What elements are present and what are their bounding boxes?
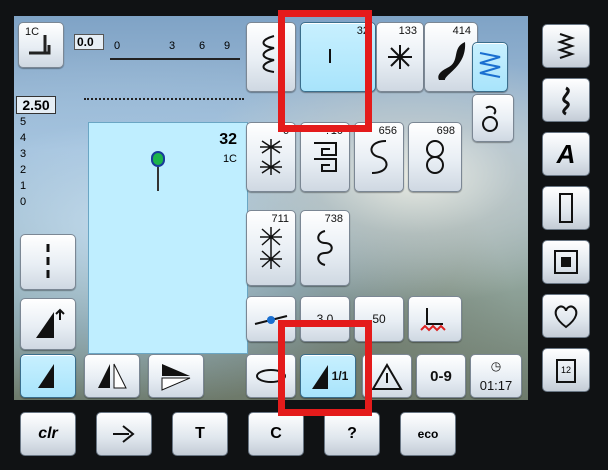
mirror-vertical-icon — [161, 364, 191, 391]
stitch-tile[interactable]: ?10 — [300, 122, 350, 192]
stitch-tile[interactable]: 711 — [246, 210, 296, 286]
clock-button[interactable]: ◷ 01:17 — [470, 354, 522, 398]
warning-triangle-icon — [371, 363, 403, 390]
exit-arrow-button[interactable] — [96, 412, 152, 456]
stitch-width-scale: 0.0 0 3 6 9 — [74, 34, 244, 66]
stitch-number: 656 — [378, 125, 397, 137]
bottom-toolbar: clr T C ? eco — [14, 408, 594, 462]
len-3: 3 — [20, 148, 27, 160]
stitch-tile[interactable]: 6 — [246, 122, 296, 192]
stitch-tile[interactable]: 656 — [354, 122, 404, 192]
decorative-stitches-button[interactable] — [542, 78, 590, 122]
preview-stitch-number: 32 — [219, 131, 237, 148]
stitch-number: 698 — [436, 125, 455, 137]
stitch-length-value[interactable]: 2.50 — [16, 96, 56, 114]
page-number: 12 — [560, 365, 571, 375]
sewing-machine-ui: 1C 0.0 0 3 6 9 2.50 5 4 3 2 1 0 32 1C 32… — [0, 0, 608, 470]
len-2: 2 — [20, 164, 27, 176]
scale-3: 3 — [169, 40, 176, 52]
pattern-begin-button[interactable] — [20, 298, 76, 350]
needle-line — [157, 167, 159, 191]
zigzag-icon — [479, 52, 501, 78]
highlight-box-top — [278, 10, 372, 132]
help-button[interactable]: ? — [324, 412, 380, 456]
zigzag-button[interactable] — [472, 42, 508, 92]
needle-stop-value: 50 — [372, 312, 386, 326]
mirror-horizontal-button[interactable] — [84, 354, 140, 398]
eco-button[interactable]: eco — [400, 412, 456, 456]
feed-dog-button[interactable] — [408, 296, 462, 342]
stitch-number: 711 — [271, 213, 289, 225]
mirror-horizontal-icon — [98, 363, 127, 389]
clock-value: 01:17 — [479, 378, 513, 393]
needle-position-icon — [151, 151, 165, 167]
stitch-tile[interactable]: 414 — [424, 22, 478, 92]
mirror-left-right-button[interactable] — [20, 354, 76, 398]
stitch-preview-panel: 32 1C — [88, 122, 248, 354]
personal-program-button[interactable] — [542, 294, 590, 338]
swirl-shape-icon — [438, 42, 466, 80]
pattern-begin-icon — [36, 308, 65, 338]
practical-stitches-button[interactable] — [542, 24, 590, 68]
flower-pair-icon — [482, 105, 498, 132]
mode-sidebar: A 12 — [538, 16, 594, 400]
quilt-icon — [554, 250, 578, 274]
length-scale: 5 4 3 2 1 0 — [18, 116, 44, 236]
tutorial-button[interactable]: T — [172, 412, 228, 456]
len-4: 4 — [20, 132, 27, 144]
main-screen: 1C 0.0 0 3 6 9 2.50 5 4 3 2 1 0 32 1C 32… — [14, 16, 528, 400]
figure-eight-icon — [426, 140, 444, 174]
c-label: C — [270, 425, 282, 442]
stitch-tile[interactable]: 738 — [300, 210, 350, 286]
clock-icon: ◷ — [490, 359, 502, 373]
stitch-category-button[interactable] — [472, 94, 514, 142]
dashed-line-icon — [46, 244, 50, 280]
presser-foot-label: 1C — [25, 26, 40, 38]
buttonhole-button[interactable] — [542, 186, 590, 230]
greek-key-icon — [314, 142, 337, 172]
buttonhole-icon — [559, 193, 573, 223]
highlight-box-bottom — [278, 320, 372, 416]
mirror-lr-icon — [38, 364, 54, 388]
clear-button[interactable]: clr — [20, 412, 76, 456]
asterisk-stitch-icon — [260, 227, 282, 269]
stitch-tile[interactable]: 698 — [408, 122, 462, 192]
stitch-number: 414 — [452, 25, 471, 37]
zigzag-column-icon — [556, 33, 576, 59]
stitch-number: 133 — [398, 25, 417, 37]
mirror-vertical-button[interactable] — [148, 354, 204, 398]
spiral-stitch-icon — [317, 230, 333, 266]
help-label: ? — [347, 425, 357, 442]
length-slider[interactable] — [84, 98, 244, 106]
star-flower-icon — [260, 139, 282, 175]
width-scale-line — [110, 58, 240, 60]
memory-button[interactable]: 12 — [542, 348, 590, 392]
len-0: 0 — [20, 196, 27, 208]
heart-icon — [554, 305, 578, 329]
alt-number-button[interactable]: 0-9 — [416, 354, 466, 398]
stitch-width-value: 0.0 — [74, 34, 104, 50]
eco-label: eco — [417, 427, 439, 441]
feed-dog-icon — [420, 308, 446, 332]
arrow-right-icon — [113, 425, 135, 443]
presser-foot-button[interactable]: 1C — [18, 22, 64, 68]
alphabet-button[interactable]: A — [542, 132, 590, 176]
t-label: T — [195, 425, 205, 442]
scale-0: 0 — [114, 40, 121, 52]
s-curve-icon — [370, 140, 388, 174]
consultant-button[interactable]: C — [248, 412, 304, 456]
stitch-number: 738 — [324, 213, 343, 225]
wave-icon — [562, 86, 570, 116]
quilt-stitches-button[interactable] — [542, 240, 590, 284]
len-5: 5 — [20, 116, 27, 128]
flower-motif-icon — [388, 45, 412, 69]
preview-foot: 1C — [222, 153, 237, 165]
scale-6: 6 — [199, 40, 206, 52]
needle-position-button[interactable] — [20, 234, 76, 290]
scale-9: 9 — [224, 40, 231, 52]
stitch-tile[interactable]: 133 — [376, 22, 424, 92]
len-1: 1 — [20, 180, 27, 192]
